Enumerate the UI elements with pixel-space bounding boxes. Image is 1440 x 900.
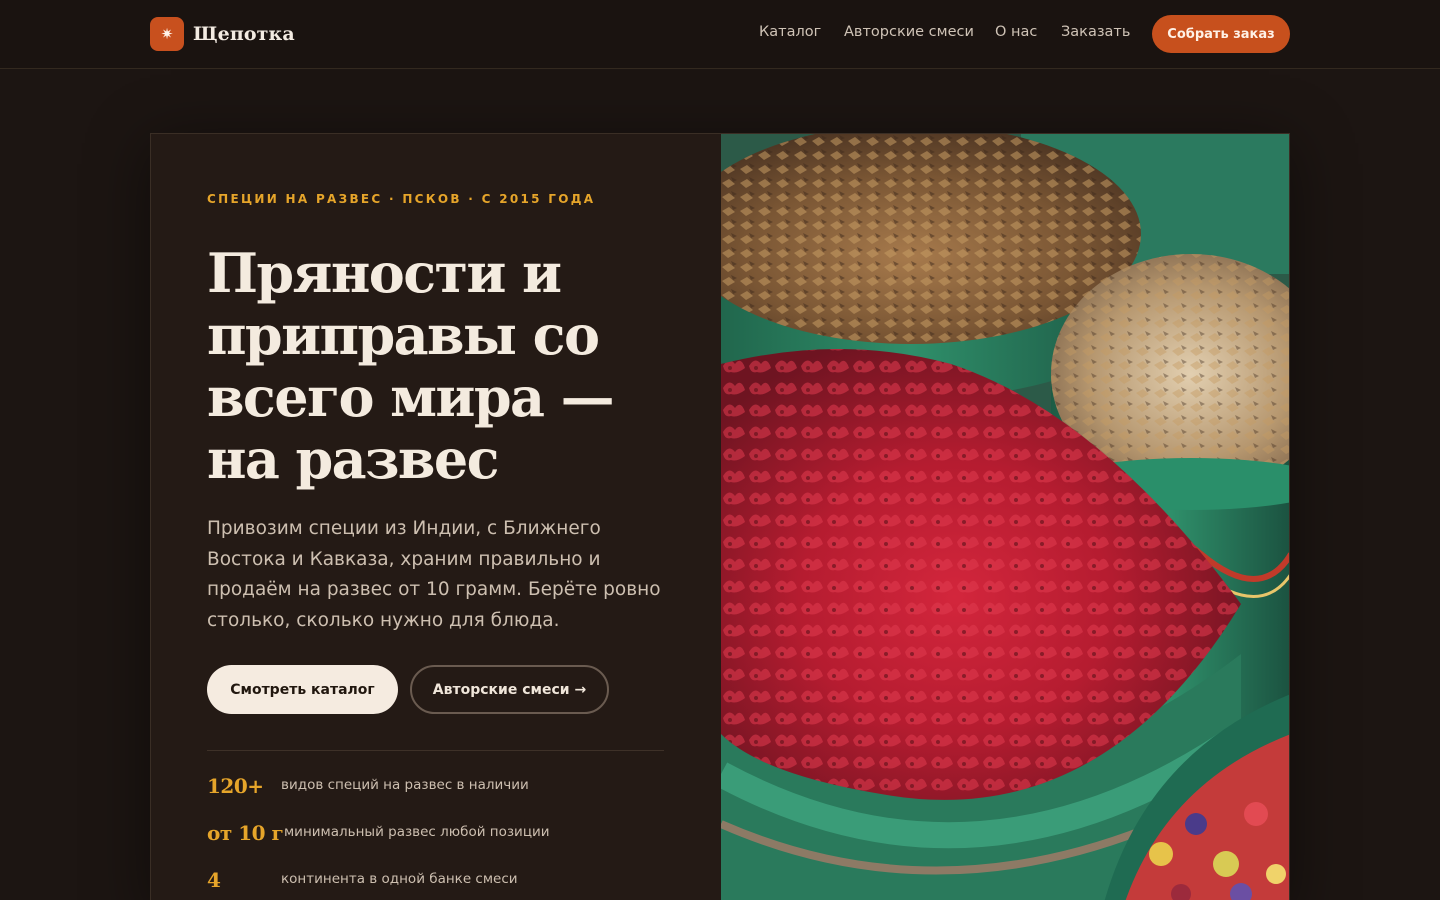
stat-item: 120+ видов специй на развес в наличии: [207, 774, 677, 800]
stat-item: 4 континента в одной банке смеси: [207, 868, 677, 894]
stat-number: 120+: [207, 774, 264, 798]
stat-number: 4: [207, 868, 221, 892]
spices-photo: [721, 134, 1289, 900]
stats-divider: [207, 750, 664, 751]
nav-item-about[interactable]: О нас: [995, 24, 1037, 40]
hero-lead: Привозим специи из Индии, с Ближнего Вос…: [207, 518, 661, 631]
stat-label: видов специй на развес в наличии: [281, 777, 529, 793]
stat-item: от 10 г минимальный развес любой позиции: [207, 821, 677, 847]
hero-eyebrow: Специи на развес · Псков · с 2015 года: [207, 192, 596, 206]
brand-logo[interactable]: ✷ Щепотка: [150, 16, 295, 51]
spark-icon: ✷: [150, 16, 184, 51]
spice-bowls-illustration: [721, 134, 1289, 900]
nav-item-order[interactable]: Заказать: [1061, 24, 1130, 40]
author-blends-button[interactable]: Авторские смеси →: [410, 665, 609, 714]
view-catalog-button[interactable]: Смотреть каталог: [207, 665, 398, 714]
hero-section: Специи на развес · Псков · с 2015 года П…: [150, 133, 1290, 900]
nav-item-blends[interactable]: Авторские смеси: [844, 24, 974, 40]
hero-title: Пряности и приправы со всего мира — на р…: [207, 241, 615, 491]
stat-number: от 10 г: [207, 821, 284, 845]
nav-item-catalog[interactable]: Каталог: [759, 24, 821, 40]
site-header: ✷ Щепотка Каталог Авторские смеси О нас …: [0, 0, 1440, 69]
stat-label: континента в одной банке смеси: [281, 871, 518, 887]
build-order-button[interactable]: Собрать заказ: [1152, 15, 1290, 53]
stat-label: минимальный развес любой позиции: [284, 824, 550, 840]
brand-name: Щепотка: [193, 22, 295, 45]
